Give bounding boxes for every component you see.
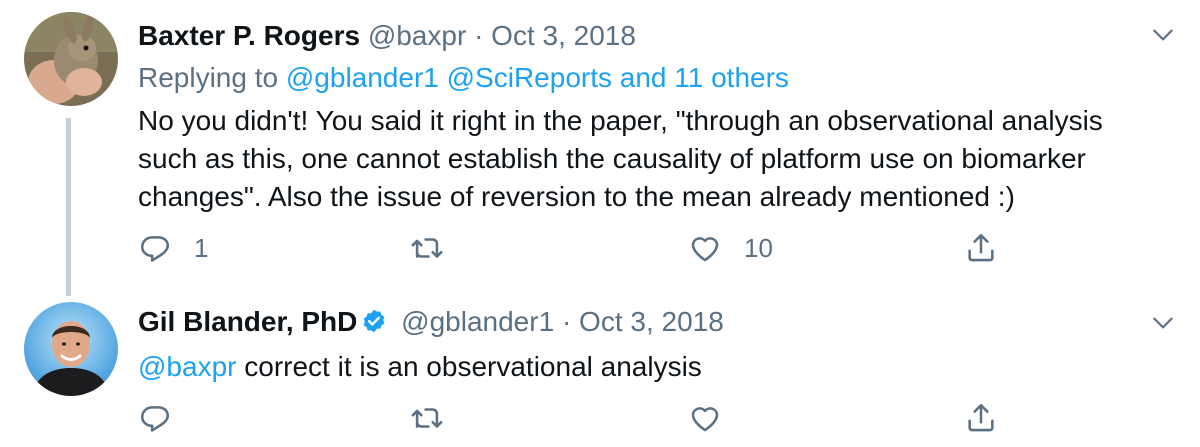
separator: · <box>561 306 572 337</box>
chevron-down-icon[interactable] <box>1150 22 1176 48</box>
tweet-text: No you didn't! You said it right in the … <box>138 105 1103 212</box>
tweet-header: Baxter P. Rogers @baxpr · Oct 3, 2018 <box>138 18 1140 54</box>
chevron-down-icon[interactable] <box>1150 310 1176 336</box>
tweet-baxpr[interactable]: Baxter P. Rogers @baxpr · Oct 3, 2018 Re… <box>0 0 1200 296</box>
retweet-button[interactable] <box>410 228 466 268</box>
like-button[interactable]: 10 <box>688 228 773 268</box>
tweet-body: correct it is an observational analysis <box>244 351 702 382</box>
separator: · <box>474 20 484 51</box>
avatar[interactable] <box>24 12 118 106</box>
mention-link[interactable]: @baxpr <box>138 351 236 382</box>
share-icon <box>968 403 994 432</box>
heart-icon <box>691 237 719 262</box>
tweet-content: Gil Blander, PhD @gblander1 · Oct 3, 201… <box>138 304 1140 386</box>
reply-button[interactable]: 1 <box>138 228 208 268</box>
retweet-button[interactable] <box>410 398 466 438</box>
timestamp[interactable]: Oct 3, 2018 <box>491 20 636 51</box>
retweet-icon <box>411 408 443 428</box>
share-icon <box>968 233 994 262</box>
reply-icon <box>140 236 170 262</box>
like-button[interactable] <box>688 398 744 438</box>
thread-line <box>66 118 71 296</box>
handle[interactable]: @gblander1 <box>401 306 554 337</box>
replying-to-label: Replying to <box>138 62 279 93</box>
reply-count: 1 <box>194 232 209 263</box>
reply-button[interactable] <box>138 398 194 438</box>
display-name[interactable]: Gil Blander, PhD <box>138 306 357 337</box>
display-name[interactable]: Baxter P. Rogers <box>138 20 360 51</box>
avatar[interactable] <box>24 302 118 396</box>
like-count: 10 <box>744 232 773 263</box>
tweet-text: @baxpr correct it is an observational an… <box>138 348 1140 386</box>
verified-badge-icon <box>364 309 385 333</box>
tweet-actions: 1 10 <box>138 228 1018 268</box>
tweet-content: Baxter P. Rogers @baxpr · Oct 3, 2018 Re… <box>138 18 1140 216</box>
replying-to-mentions[interactable]: @gblander1 @SciReports and 11 others <box>286 62 789 93</box>
tweet-header: Gil Blander, PhD @gblander1 · Oct 3, 201… <box>138 304 1140 340</box>
retweet-icon <box>411 238 443 258</box>
share-button[interactable] <box>964 398 998 438</box>
handle[interactable]: @baxpr <box>368 20 466 51</box>
tweet-actions <box>138 398 1018 438</box>
timestamp[interactable]: Oct 3, 2018 <box>579 306 724 337</box>
heart-icon <box>691 407 719 432</box>
replying-to: Replying to @gblander1 @SciReports and 1… <box>138 60 1140 96</box>
tweet-gblander1[interactable]: Gil Blander, PhD @gblander1 · Oct 3, 201… <box>0 290 1200 447</box>
share-button[interactable] <box>964 228 998 268</box>
reply-icon <box>140 406 170 432</box>
